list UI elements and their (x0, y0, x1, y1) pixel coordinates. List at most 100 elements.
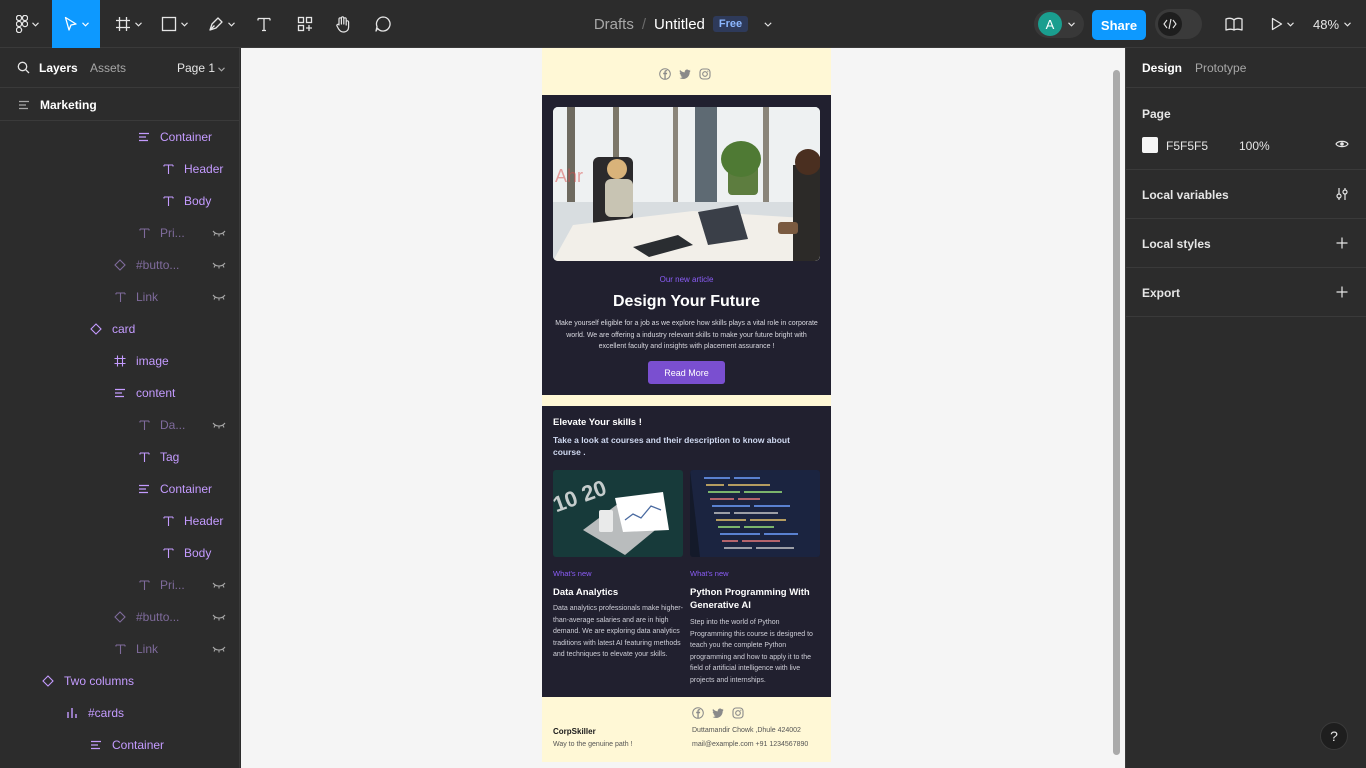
layer-row[interactable]: Body (160, 537, 211, 569)
page-selector-label: Page 1 (177, 61, 216, 75)
tab-layers[interactable]: Layers (39, 61, 78, 75)
footer-tagline: Way to the genuine path ! (553, 741, 633, 748)
canvas-scrollbar[interactable] (1113, 70, 1120, 755)
text-icon (160, 513, 176, 529)
skills-section: Elevate Your skills ! Take a look at cou… (542, 406, 831, 697)
multiplayer-avatars[interactable]: A (1034, 10, 1084, 38)
text-icon (160, 193, 176, 209)
components-icon (297, 16, 313, 32)
hidden-eye-icon[interactable] (212, 601, 228, 633)
page-selector[interactable]: Page 1 (177, 61, 226, 75)
hidden-eye-icon[interactable] (212, 249, 228, 281)
present-button[interactable] (1264, 0, 1300, 48)
hidden-eye-icon[interactable] (212, 633, 228, 665)
layer-row[interactable]: Pri... (136, 217, 185, 249)
chevron-down-icon[interactable] (764, 21, 772, 27)
text-icon (136, 449, 152, 465)
card-tag: What's new (690, 569, 729, 578)
layer-row[interactable]: #butto... (112, 601, 179, 633)
social-icons-top (659, 68, 711, 80)
shape-tool-button[interactable] (154, 0, 194, 48)
tab-prototype[interactable]: Prototype (1195, 61, 1246, 75)
eye-icon[interactable] (1335, 139, 1349, 149)
layer-row[interactable]: image (112, 345, 169, 377)
layer-row[interactable]: Link (112, 633, 158, 665)
layer-label: Body (184, 546, 212, 560)
meeting-photo: Ahr (553, 107, 820, 261)
facebook-icon (692, 707, 704, 719)
file-title[interactable]: Untitled (654, 16, 705, 33)
email-frame[interactable]: Ahr Our new article Design Your Future M… (542, 48, 831, 762)
card-title: Python Programming With Generative AI (690, 587, 810, 611)
autolayout-icon (136, 129, 152, 145)
tab-design[interactable]: Design (1142, 61, 1182, 75)
help-button[interactable]: ? (1320, 722, 1348, 750)
hidden-eye-icon[interactable] (212, 409, 228, 441)
layer-row[interactable]: Body (160, 185, 211, 217)
share-button[interactable]: Share (1092, 10, 1146, 40)
text-tool-button[interactable] (250, 0, 278, 48)
library-button[interactable] (1222, 0, 1246, 48)
frame-tool-button[interactable] (108, 0, 148, 48)
breadcrumb-separator: / (641, 15, 647, 33)
plus-icon[interactable] (1333, 283, 1351, 301)
local-variables-section[interactable]: Local variables (1126, 170, 1366, 219)
autolayout-icon (16, 97, 32, 113)
layer-row[interactable]: Pri... (136, 569, 185, 601)
layer-label: Link (136, 642, 159, 656)
breadcrumb-drafts[interactable]: Drafts (594, 16, 634, 33)
layer-row[interactable]: Container (136, 473, 212, 505)
layer-row[interactable]: card (88, 313, 135, 345)
facebook-icon (659, 68, 671, 80)
export-section[interactable]: Export (1126, 268, 1366, 317)
root-layer-row[interactable]: Marketing (0, 89, 239, 121)
card-title: Data Analytics (553, 587, 619, 598)
layer-row[interactable]: Container (88, 729, 164, 761)
comment-icon (375, 16, 391, 32)
local-styles-section[interactable]: Local styles (1126, 219, 1366, 268)
avatar[interactable]: A (1038, 12, 1062, 36)
layer-row[interactable]: Header (160, 505, 223, 537)
main-menu-button[interactable] (10, 0, 44, 48)
layer-row-marketing[interactable]: Marketing (16, 89, 97, 121)
layer-row[interactable]: content (112, 377, 175, 409)
page-color-swatch[interactable] (1142, 137, 1158, 153)
hidden-eye-icon[interactable] (212, 217, 228, 249)
layer-label: content (136, 386, 176, 400)
plus-icon[interactable] (1333, 234, 1351, 252)
plan-badge[interactable]: Free (712, 16, 749, 32)
tab-assets[interactable]: Assets (90, 61, 126, 75)
layer-row[interactable]: #cards (64, 697, 124, 729)
hidden-eye-icon[interactable] (212, 569, 228, 601)
page-opacity[interactable]: 100% (1239, 139, 1270, 153)
read-more-button[interactable]: Read More (648, 361, 725, 384)
card-image-data-analytics: 10 20 (553, 470, 683, 557)
hidden-eye-icon[interactable] (212, 281, 228, 313)
pen-tool-button[interactable] (200, 0, 242, 48)
comment-tool-button[interactable] (368, 0, 398, 48)
layer-row[interactable]: Header (160, 153, 223, 185)
laptop-photo: 10 20 (553, 470, 683, 557)
zoom-control[interactable]: 48% (1313, 0, 1351, 48)
page-color-hex[interactable]: F5F5F5 (1166, 139, 1208, 153)
layer-row[interactable]: Link (112, 281, 158, 313)
skills-title: Elevate Your skills ! (553, 417, 642, 428)
move-tool-button[interactable] (52, 0, 100, 48)
cursor-icon (64, 16, 77, 31)
hand-tool-button[interactable] (328, 0, 358, 48)
text-icon (136, 417, 152, 433)
hero-body: Make yourself eligible for a job as we e… (555, 320, 818, 350)
layer-row[interactable]: Da... (136, 409, 185, 441)
layer-row[interactable]: Tag (136, 441, 179, 473)
layer-row[interactable]: #butto... (112, 249, 179, 281)
footer-brand: CorpSkiller (553, 727, 596, 736)
layer-label: #butto... (136, 258, 180, 272)
hero-section: Ahr Our new article Design Your Future M… (542, 95, 831, 395)
variables-icon[interactable] (1333, 185, 1351, 203)
layer-row[interactable]: Container (136, 121, 212, 153)
dev-mode-toggle[interactable] (1155, 9, 1202, 39)
resources-button[interactable] (290, 0, 320, 48)
chevron-down-icon (218, 67, 226, 72)
search-icon[interactable] (17, 61, 30, 74)
layer-row[interactable]: Two columns (40, 665, 134, 697)
